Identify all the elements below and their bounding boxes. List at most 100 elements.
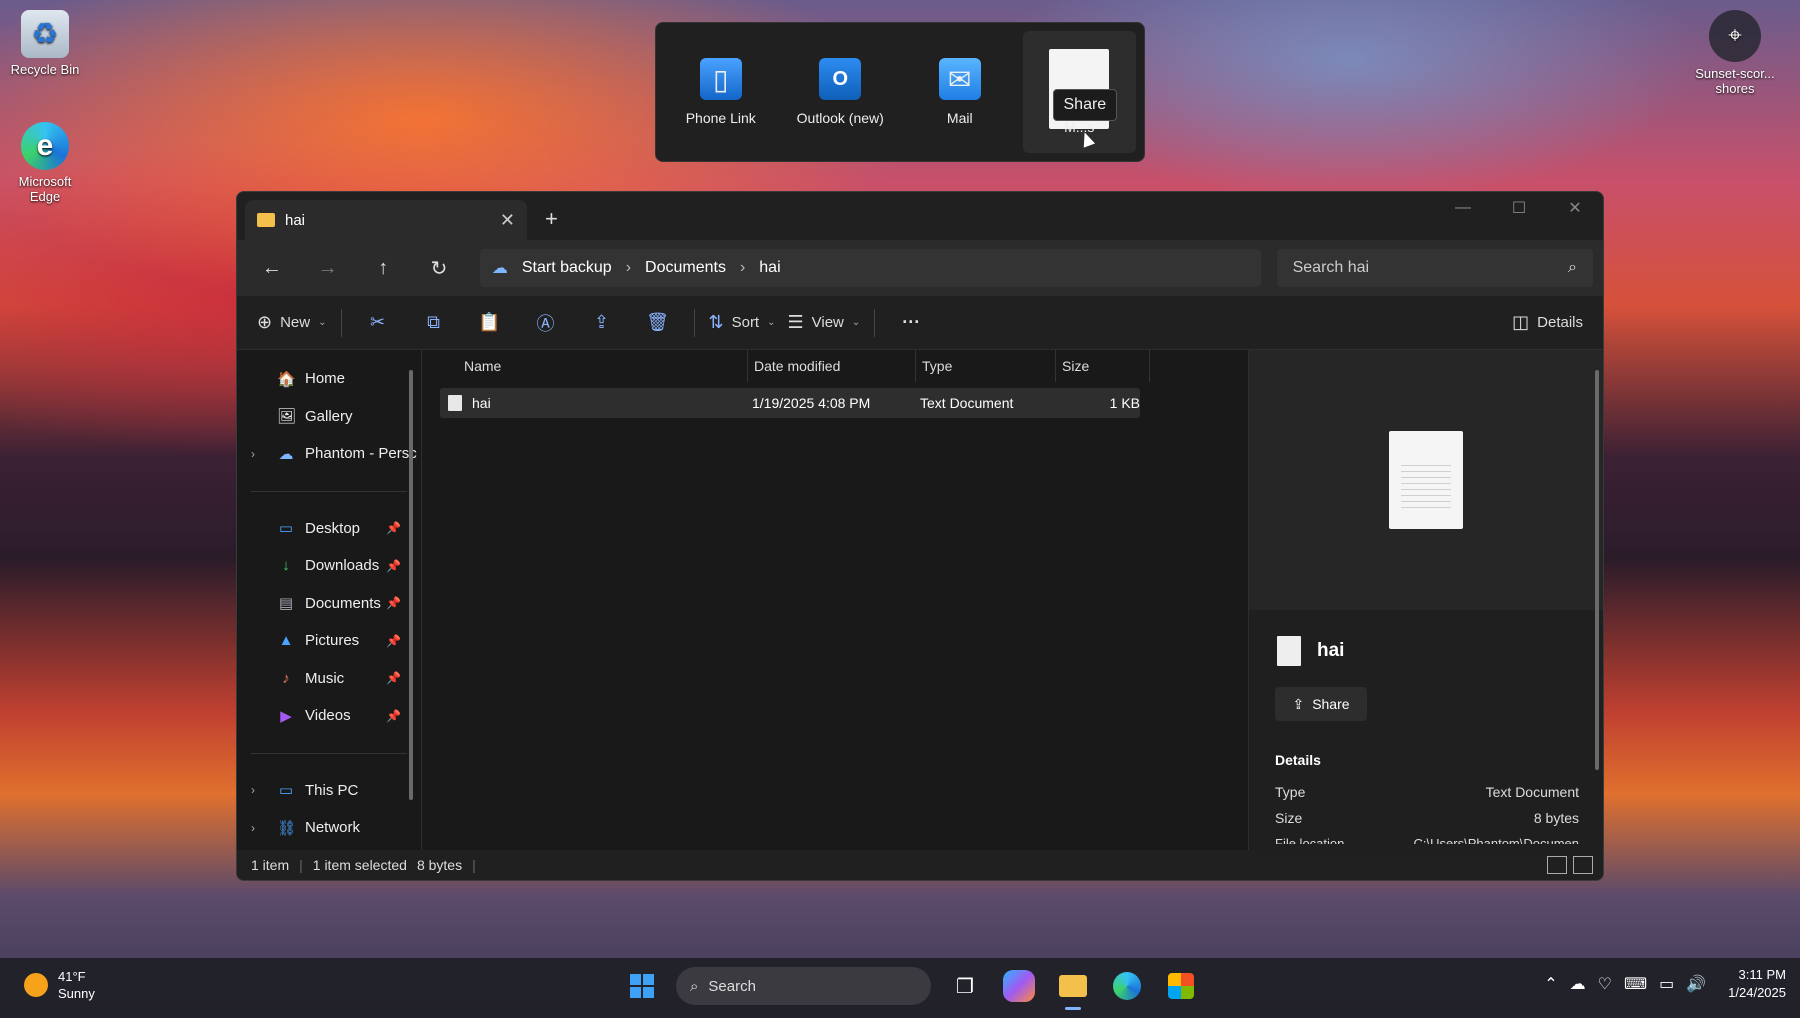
sidebar-item-gallery[interactable]: 🖼 Gallery — [237, 398, 421, 436]
store-taskbar-button[interactable] — [1161, 966, 1201, 1006]
chevron-right-icon[interactable]: › — [740, 259, 745, 277]
document-icon — [1277, 636, 1301, 666]
phone-link-icon: ▯ — [699, 58, 742, 100]
network-tray-icon[interactable]: ▭ — [1659, 974, 1674, 994]
address-bar[interactable]: ☁ Start backup › Documents › hai — [479, 249, 1261, 287]
desktop-location-widget[interactable]: ⌖ Sunset-scor... shores — [1685, 10, 1785, 96]
tab-hai[interactable]: hai ✕ — [245, 200, 527, 240]
file-explorer-taskbar-button[interactable] — [1053, 966, 1093, 1010]
weather-desc: Sunny — [58, 986, 95, 1001]
tiles-view-icon[interactable] — [1573, 856, 1593, 874]
pin-icon: 📌 — [386, 521, 401, 536]
view-button[interactable]: ☰ View ⌄ — [784, 303, 865, 343]
clock[interactable]: 3:11 PM 1/24/2025 — [1728, 966, 1786, 1002]
start-button[interactable] — [622, 966, 662, 1006]
column-header-date-modified[interactable]: Date modified — [748, 350, 916, 382]
column-header-type[interactable]: Type — [916, 350, 1056, 382]
minimize-button[interactable]: — — [1435, 192, 1491, 224]
music-icon: ♪ — [282, 669, 290, 687]
chevron-right-icon[interactable]: › — [251, 783, 255, 797]
volume-icon[interactable]: 🔊 — [1686, 974, 1706, 994]
task-view-button[interactable]: ❐ — [945, 966, 985, 1006]
chevron-right-icon[interactable]: › — [251, 447, 255, 461]
copy-button[interactable]: ⧉ — [408, 303, 460, 343]
paste-button[interactable]: 📋 — [464, 303, 516, 343]
preview-area — [1249, 350, 1603, 610]
taskbar: 41°F Sunny ⌕ Search ❐ ⌃ ☁ ♡ ⌨ ▭ 🔊 3:11 P… — [0, 958, 1800, 1018]
detail-value: C:\Users\Phantom\Documen — [1413, 836, 1579, 844]
detail-label: Type — [1275, 784, 1306, 800]
sidebar-item-label: Gallery — [305, 407, 353, 425]
sun-icon — [24, 973, 48, 997]
text-file-icon — [448, 395, 462, 411]
sidebar-item-videos[interactable]: ▶ Videos 📌 — [237, 697, 421, 735]
edge-taskbar-button[interactable] — [1107, 966, 1147, 1006]
sidebar-item-downloads[interactable]: ↓ Downloads 📌 — [237, 547, 421, 585]
file-row[interactable]: hai 1/19/2025 4:08 PM Text Document 1 KB — [440, 388, 1140, 418]
tab-title: hai — [285, 211, 306, 229]
new-button[interactable]: ⊕ New ⌄ — [253, 303, 331, 343]
sidebar-item-onedrive[interactable]: › ☁ Phantom - Persc — [237, 435, 421, 473]
share-icon: ⇪ — [1292, 695, 1305, 712]
sidebar-item-this-pc[interactable]: › ▭ This PC — [237, 772, 421, 810]
back-button[interactable]: ← — [247, 248, 297, 288]
share-app-outlook[interactable]: O Outlook (new) — [784, 31, 898, 153]
pin-icon: 📌 — [386, 671, 401, 686]
keyboard-icon[interactable]: ⌨ — [1624, 974, 1647, 994]
share-app-mail[interactable]: ✉ Mail — [903, 31, 1017, 153]
sidebar-item-network[interactable]: › ⛓ Network — [237, 809, 421, 847]
sort-label: Sort — [731, 314, 760, 331]
search-input[interactable]: Search hai ⌕ — [1276, 249, 1593, 287]
delete-button[interactable]: 🗑 — [632, 303, 684, 343]
sidebar-item-pictures[interactable]: ▲ Pictures 📌 — [237, 622, 421, 660]
chevron-right-icon[interactable]: › — [251, 821, 255, 835]
weather-temp: 41°F — [58, 969, 86, 984]
store-icon — [1168, 973, 1194, 999]
column-header-name[interactable]: Name — [458, 350, 748, 382]
videos-icon: ▶ — [280, 707, 292, 725]
weather-widget[interactable]: 41°F Sunny — [24, 968, 95, 1002]
forward-button[interactable]: → — [303, 248, 353, 288]
copilot-button[interactable] — [1003, 970, 1035, 1002]
breadcrumb-hai[interactable]: hai — [759, 259, 780, 277]
maximize-button[interactable]: ☐ — [1491, 192, 1547, 224]
cloud-backup-icon: ☁ — [491, 260, 508, 277]
more-options-button[interactable]: ··· — [885, 303, 937, 343]
share-app-phone-link[interactable]: ▯ Phone Link — [664, 31, 778, 153]
new-tab-button[interactable]: + — [545, 206, 558, 232]
rename-button[interactable]: Ⓐ — [520, 303, 572, 343]
details-view-icon[interactable] — [1547, 856, 1567, 874]
breadcrumb-start-backup[interactable]: Start backup — [522, 259, 612, 277]
taskbar-search[interactable]: ⌕ Search — [676, 967, 931, 1005]
refresh-button[interactable]: ↻ — [414, 248, 464, 288]
edge-icon — [1113, 972, 1141, 1000]
up-button[interactable]: ↑ — [358, 248, 408, 288]
rename-icon: Ⓐ — [536, 313, 555, 334]
sidebar-item-home[interactable]: 🏠 Home — [237, 360, 421, 398]
notification-icon[interactable]: ♡ — [1598, 974, 1612, 994]
sidebar-item-documents[interactable]: ▤ Documents 📌 — [237, 585, 421, 623]
close-tab-icon[interactable]: ✕ — [500, 210, 515, 231]
chevron-right-icon[interactable]: › — [626, 259, 631, 277]
home-icon: 🏠 — [277, 370, 296, 388]
sidebar-scrollbar[interactable] — [409, 370, 413, 800]
desktop-icon-edge[interactable]: e Microsoft Edge — [0, 122, 90, 204]
preview-share-button[interactable]: ⇪ Share — [1275, 687, 1367, 721]
details-pane-button[interactable]: ◫ Details — [1508, 303, 1587, 343]
sidebar-item-desktop[interactable]: ▭ Desktop 📌 — [237, 510, 421, 548]
sidebar-item-music[interactable]: ♪ Music 📌 — [237, 660, 421, 698]
download-icon: ↓ — [282, 557, 290, 575]
preview-file-name: hai — [1317, 640, 1345, 661]
close-window-button[interactable]: ✕ — [1547, 192, 1603, 224]
search-placeholder: Search hai — [1292, 259, 1370, 276]
onedrive-tray-icon[interactable]: ☁ — [1570, 974, 1586, 994]
details-scrollbar[interactable] — [1595, 370, 1599, 770]
desktop-icon-recycle-bin[interactable]: ♻ Recycle Bin — [0, 10, 90, 77]
status-bar: 1 item | 1 item selected 8 bytes | — [237, 850, 1603, 880]
column-header-size[interactable]: Size — [1056, 350, 1150, 382]
chevron-up-icon[interactable]: ⌃ — [1544, 974, 1557, 994]
share-button[interactable]: ⇪ — [576, 303, 628, 343]
breadcrumb-documents[interactable]: Documents — [645, 259, 726, 277]
cut-button[interactable]: ✂ — [352, 303, 404, 343]
sort-button[interactable]: ⇅ Sort ⌄ — [705, 303, 780, 343]
